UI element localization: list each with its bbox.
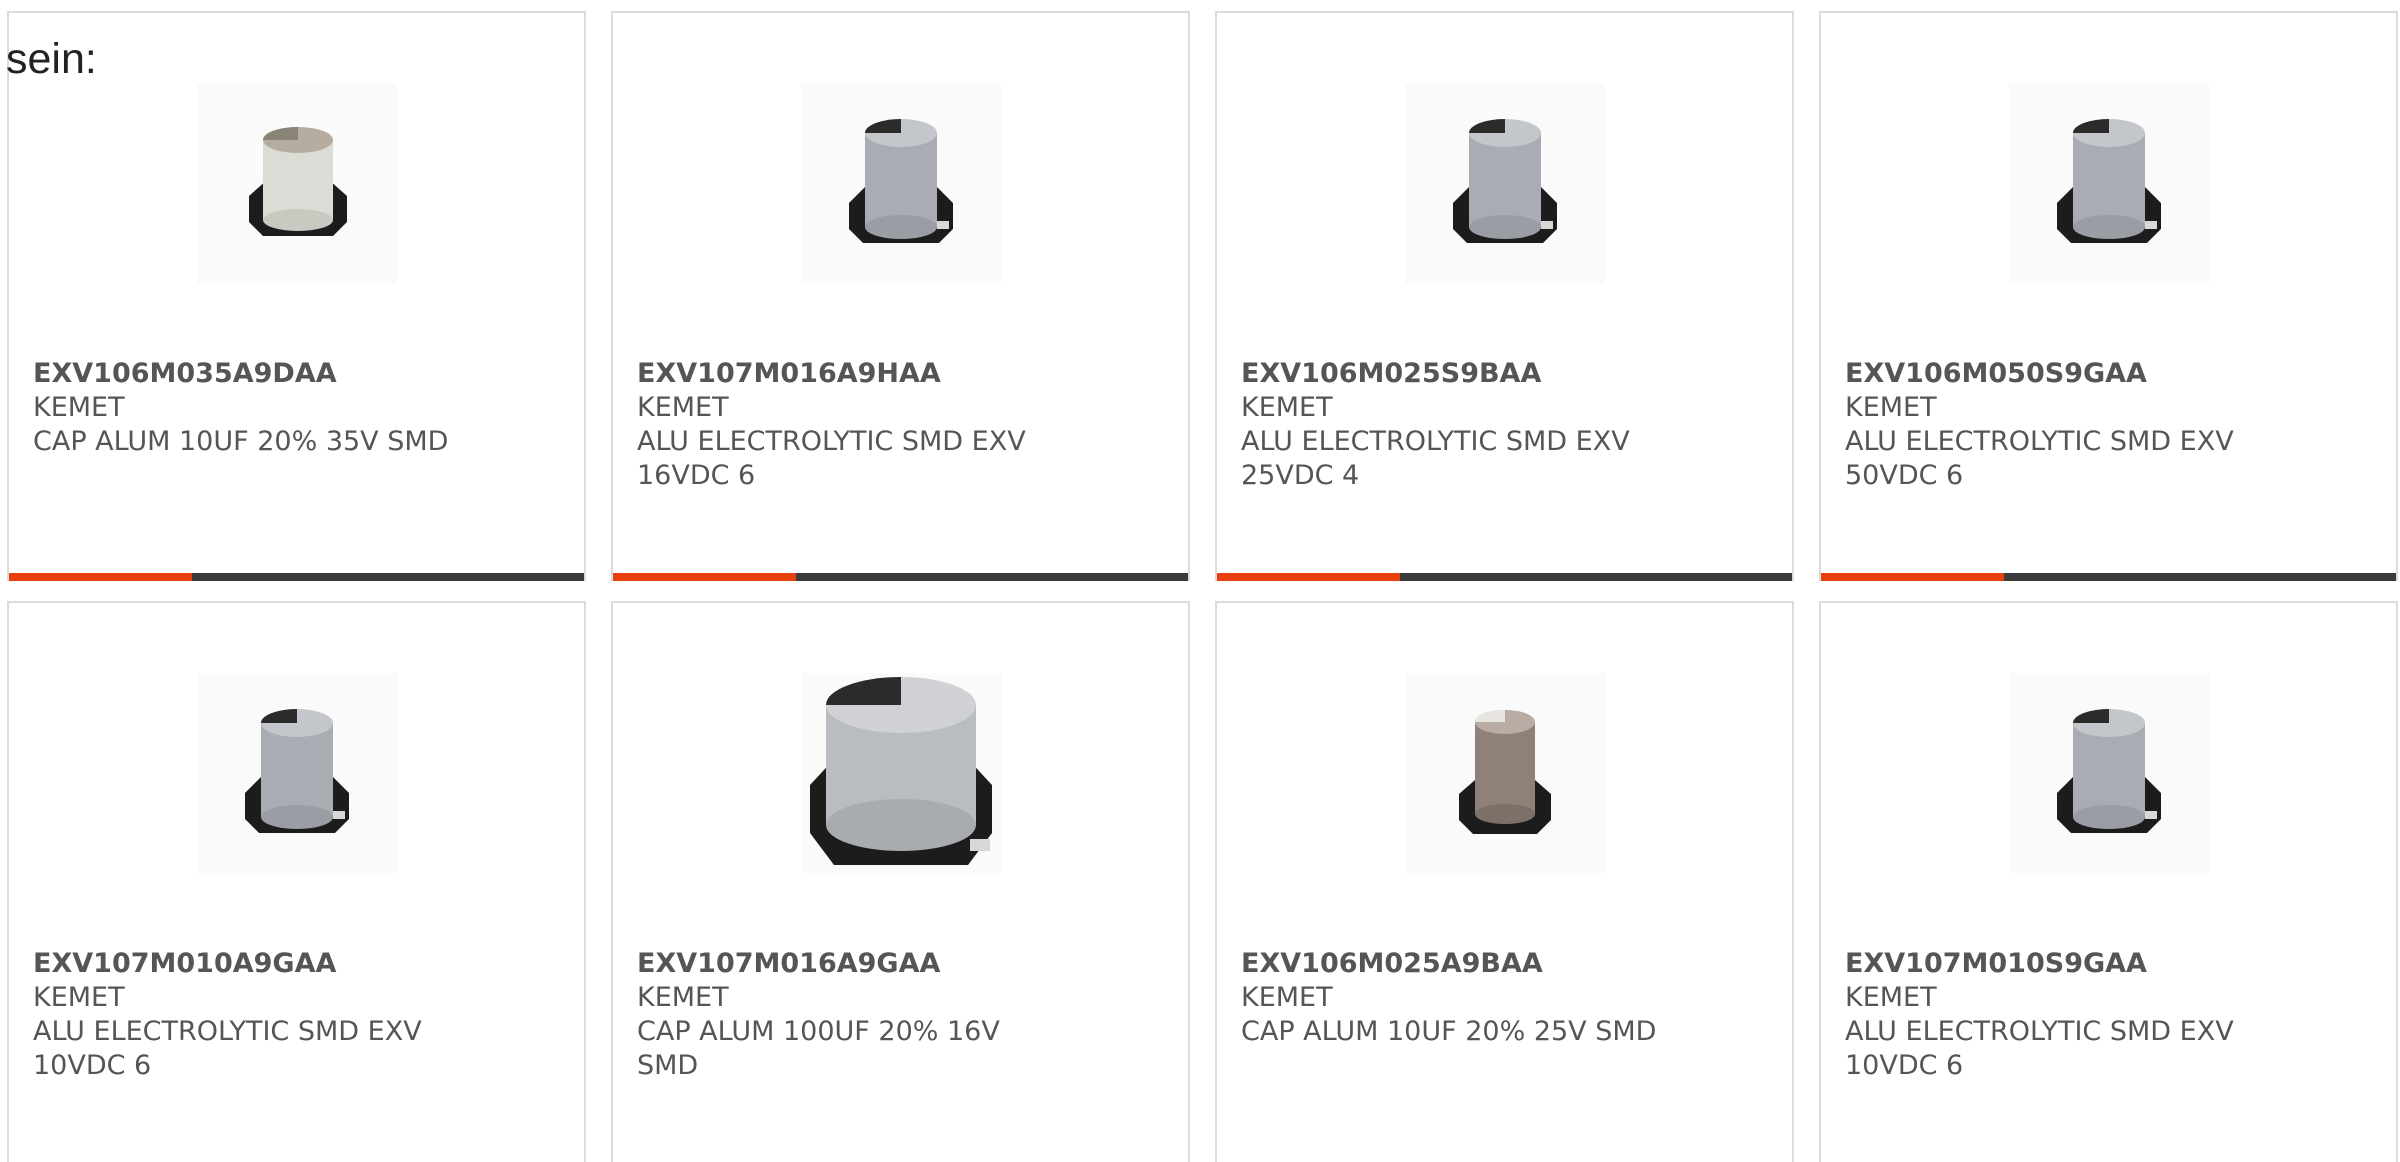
smd-capacitor-icon <box>1452 119 1557 243</box>
product-image[interactable] <box>196 83 397 283</box>
product-description: CAP ALUM 10UF 20% 25V SMD <box>1241 1016 1657 1047</box>
card-bottom-bar <box>9 573 584 581</box>
card-bottom-bar <box>613 573 1188 581</box>
product-card[interactable]: EXV106M035A9DAA KEMET CAP ALUM 10UF 20% … <box>7 11 586 581</box>
part-number-link[interactable]: EXV107M016A9HAA <box>637 357 1164 391</box>
smd-capacitor-icon <box>848 119 953 243</box>
card-accent-bar <box>9 573 192 581</box>
product-image[interactable] <box>2008 673 2209 873</box>
product-image[interactable] <box>2008 83 2209 283</box>
product-description: ALU ELECTROLYTIC SMD EXV 16VDC 6 <box>637 426 1026 491</box>
product-description: ALU ELECTROLYTIC SMD EXV 25VDC 4 <box>1241 426 1630 491</box>
product-card[interactable]: EXV107M016A9HAA KEMET ALU ELECTROLYTIC S… <box>611 11 1190 581</box>
product-card[interactable]: EXV106M050S9GAA KEMET ALU ELECTROLYTIC S… <box>1819 11 2398 581</box>
part-number-link[interactable]: EXV106M035A9DAA <box>33 357 560 391</box>
card-accent-bar <box>1821 573 2004 581</box>
product-image[interactable] <box>800 673 1001 873</box>
intro-text: sein: <box>6 35 97 83</box>
card-accent-bar <box>613 573 796 581</box>
manufacturer-label: KEMET <box>637 982 729 1013</box>
smd-capacitor-icon <box>244 709 349 833</box>
part-number-link[interactable]: EXV107M016A9GAA <box>637 947 1164 981</box>
large-smd-capacitor-icon <box>809 677 992 865</box>
part-number-link[interactable]: EXV106M025A9BAA <box>1241 947 1768 981</box>
manufacturer-label: KEMET <box>1241 982 1333 1013</box>
product-description: CAP ALUM 10UF 20% 35V SMD <box>33 426 449 457</box>
manufacturer-label: KEMET <box>33 982 125 1013</box>
part-number-link[interactable]: EXV106M050S9GAA <box>1845 357 2372 391</box>
product-description: CAP ALUM 100UF 20% 16V SMD <box>637 1016 1000 1081</box>
card-accent-bar <box>1217 573 1400 581</box>
manufacturer-label: KEMET <box>637 392 729 423</box>
part-number-link[interactable]: EXV106M025S9BAA <box>1241 357 1768 391</box>
product-card[interactable]: EXV107M016A9GAA KEMET CAP ALUM 100UF 20%… <box>611 601 1190 1162</box>
product-image[interactable] <box>800 83 1001 283</box>
manufacturer-label: KEMET <box>1845 982 1937 1013</box>
product-card[interactable]: EXV106M025S9BAA KEMET ALU ELECTROLYTIC S… <box>1215 11 1794 581</box>
manufacturer-label: KEMET <box>1845 392 1937 423</box>
product-card[interactable]: EXV107M010A9GAA KEMET ALU ELECTROLYTIC S… <box>7 601 586 1162</box>
brown-smd-capacitor-icon <box>1458 710 1551 834</box>
card-bottom-bar <box>1821 573 2396 581</box>
white-smd-capacitor-icon <box>248 127 347 236</box>
product-image[interactable] <box>196 673 397 873</box>
product-image[interactable] <box>1404 673 1605 873</box>
product-description: ALU ELECTROLYTIC SMD EXV 10VDC 6 <box>1845 1016 2234 1081</box>
manufacturer-label: KEMET <box>33 392 125 423</box>
part-number-link[interactable]: EXV107M010A9GAA <box>33 947 560 981</box>
card-bottom-bar <box>1217 573 1792 581</box>
smd-capacitor-icon <box>2056 119 2161 243</box>
manufacturer-label: KEMET <box>1241 392 1333 423</box>
smd-capacitor-icon <box>2056 709 2161 833</box>
product-description: ALU ELECTROLYTIC SMD EXV 50VDC 6 <box>1845 426 2234 491</box>
part-number-link[interactable]: EXV107M010S9GAA <box>1845 947 2372 981</box>
product-image[interactable] <box>1404 83 1605 283</box>
product-card[interactable]: EXV107M010S9GAA KEMET ALU ELECTROLYTIC S… <box>1819 601 2398 1162</box>
product-description: ALU ELECTROLYTIC SMD EXV 10VDC 6 <box>33 1016 422 1081</box>
product-card[interactable]: EXV106M025A9BAA KEMET CAP ALUM 10UF 20% … <box>1215 601 1794 1162</box>
